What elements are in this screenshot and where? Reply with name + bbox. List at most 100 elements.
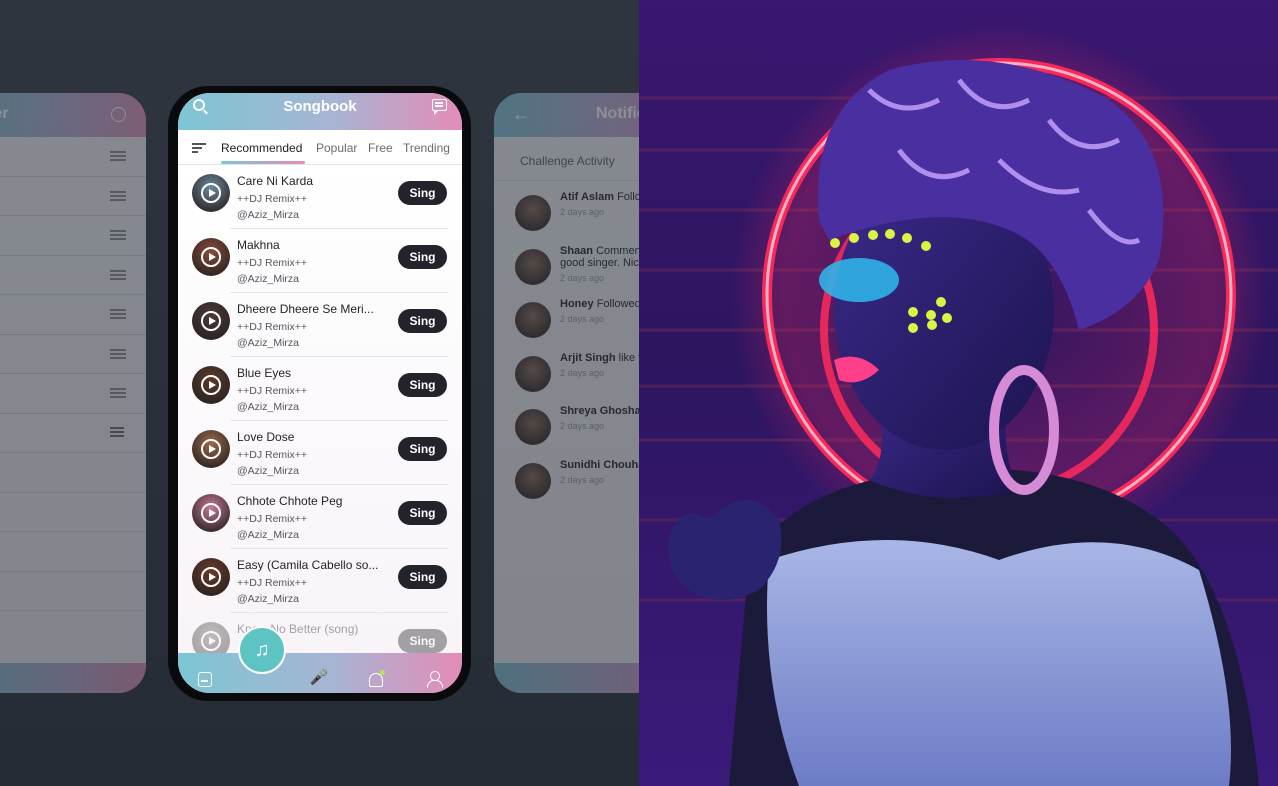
filter-row bbox=[0, 453, 146, 493]
song-row[interactable]: Blue Eyes ++DJ Remix++ @Aziz_Mirza Sing bbox=[178, 357, 462, 421]
filter-row bbox=[0, 335, 146, 374]
song-row[interactable]: Easy (Camila Cabello so... ++DJ Remix++ @A… bbox=[178, 549, 462, 613]
notification-time: 2 days ago bbox=[560, 272, 605, 283]
song-subtitle: ++DJ Remix++ bbox=[237, 257, 308, 269]
notification-item: Shreya Ghoshal 2 days ago bbox=[494, 395, 639, 449]
notification-time: 2 days ago bbox=[560, 421, 605, 431]
sing-button[interactable]: Sing bbox=[398, 629, 447, 653]
tab-popular[interactable]: Popular bbox=[316, 141, 357, 155]
sing-button[interactable]: Sing bbox=[398, 565, 447, 589]
active-tab-indicator bbox=[221, 161, 305, 164]
avatar bbox=[515, 355, 551, 392]
sing-button[interactable]: Sing bbox=[398, 437, 447, 461]
tab-free[interactable]: Free bbox=[368, 141, 393, 155]
notification-text: Arjit Singh like y bbox=[560, 351, 639, 364]
play-icon[interactable] bbox=[201, 375, 221, 395]
drag-handle-icon bbox=[110, 269, 126, 280]
filter-row bbox=[0, 137, 146, 177]
notification-item: Honey Followed 2 days ago bbox=[494, 288, 639, 342]
app-bar: Songbook bbox=[178, 93, 462, 130]
filter-row bbox=[0, 414, 146, 453]
drag-handle-icon bbox=[110, 348, 126, 359]
notification-time: 2 days ago bbox=[560, 474, 605, 485]
app-showcase-panel: ter ← Notific Challenge Activity Atif As… bbox=[0, 0, 639, 786]
notification-text-line2: good singer. Nic bbox=[560, 256, 639, 269]
song-title: Makhna bbox=[237, 238, 280, 252]
play-icon[interactable] bbox=[201, 439, 221, 459]
song-row[interactable]: Love Dose ++DJ Remix++ @Aziz_Mirza Sing bbox=[178, 421, 462, 485]
profile-icon[interactable] bbox=[427, 671, 443, 688]
avatar bbox=[515, 462, 551, 499]
drag-handle-icon bbox=[110, 190, 126, 201]
song-row[interactable]: Care Ni Karda ++DJ Remix++ @Aziz_Mirza Sing bbox=[178, 165, 462, 229]
filter-row bbox=[0, 532, 146, 572]
filter-row bbox=[0, 216, 146, 256]
play-icon[interactable] bbox=[201, 567, 221, 587]
song-title: Dheere Dheere Se Meri... bbox=[237, 302, 374, 316]
microphone-icon[interactable]: 🎤 bbox=[309, 668, 329, 688]
notification-list: Atif Aslam Follo 2 days ago Shaan Commen go… bbox=[494, 181, 639, 502]
notification-text: Sunidhi Chouha bbox=[560, 458, 639, 471]
drag-handle-icon bbox=[110, 388, 126, 398]
play-icon[interactable] bbox=[201, 503, 221, 523]
song-title: Love Dose bbox=[237, 430, 295, 444]
filter-screen-preview: ter bbox=[0, 93, 146, 693]
check-icon bbox=[111, 107, 126, 122]
avatar bbox=[515, 302, 551, 338]
sing-button[interactable]: Sing bbox=[398, 373, 447, 397]
sing-button[interactable]: Sing bbox=[398, 181, 447, 205]
song-row[interactable]: Know No Better (song) Sing bbox=[178, 613, 462, 655]
play-icon[interactable] bbox=[201, 183, 221, 203]
filter-row bbox=[0, 572, 146, 611]
filter-row bbox=[0, 493, 146, 532]
chat-icon[interactable] bbox=[432, 99, 447, 115]
filter-icon[interactable] bbox=[192, 143, 206, 153]
filter-screen-title: ter bbox=[0, 105, 9, 122]
filter-row bbox=[0, 256, 146, 295]
phone-frame: Songbook Recommended Popular Free Trendi… bbox=[168, 86, 471, 701]
filter-screen-header: ter bbox=[0, 93, 146, 137]
back-arrow-icon: ← bbox=[512, 104, 530, 124]
notification-time: 2 days ago bbox=[560, 367, 605, 378]
notification-text: Honey Followed bbox=[560, 298, 639, 310]
song-subtitle: ++DJ Remix++ bbox=[237, 321, 308, 333]
sing-button[interactable]: Sing bbox=[398, 501, 447, 525]
notifications-screen-preview: ← Notific Challenge Activity Atif Aslam … bbox=[494, 93, 639, 693]
bell-icon[interactable] bbox=[369, 670, 385, 687]
song-uploader: @Aziz_Mirza bbox=[237, 401, 300, 413]
notification-time: 2 days ago bbox=[560, 314, 605, 324]
music-note-button[interactable]: ♫ bbox=[238, 626, 286, 674]
song-row[interactable]: Makhna ++DJ Remix++ @Aziz_Mirza Sing bbox=[178, 229, 462, 293]
song-uploader: @Aziz_Mirza bbox=[237, 273, 300, 285]
songbook-nav-icon[interactable] bbox=[198, 672, 212, 687]
drag-handle-icon bbox=[110, 151, 126, 161]
play-icon[interactable] bbox=[201, 311, 221, 331]
song-uploader: @Aziz_Mirza bbox=[237, 209, 300, 221]
play-icon[interactable] bbox=[201, 247, 221, 267]
sing-button[interactable]: Sing bbox=[398, 245, 447, 269]
song-uploader: @Aziz_Mirza bbox=[237, 337, 300, 349]
song-row[interactable]: Chhote Chhote Peg ++DJ Remix++ @Aziz_Mirza… bbox=[178, 485, 462, 549]
song-title: Care Ni Karda bbox=[237, 174, 314, 188]
filter-screen-footer bbox=[0, 663, 146, 693]
notification-time: 2 days ago bbox=[560, 207, 605, 217]
category-tabs: Recommended Popular Free Trending bbox=[178, 130, 462, 165]
song-uploader: @Aziz_Mirza bbox=[237, 465, 300, 477]
notifications-title: Notific bbox=[596, 105, 639, 122]
filter-row bbox=[0, 374, 146, 414]
notification-item: Shaan Commen good singer. Nic 2 days ago bbox=[494, 235, 639, 289]
tab-trending[interactable]: Trending bbox=[403, 141, 450, 155]
notification-item: Sunidhi Chouha 2 days ago bbox=[494, 449, 639, 503]
play-icon[interactable] bbox=[201, 631, 221, 651]
songbook-screen: Songbook Recommended Popular Free Trendi… bbox=[178, 93, 462, 693]
filter-row bbox=[0, 177, 146, 216]
avatar bbox=[515, 409, 551, 445]
filter-row bbox=[0, 295, 146, 335]
notification-item: Atif Aslam Follo 2 days ago bbox=[494, 181, 639, 235]
tab-recommended[interactable]: Recommended bbox=[221, 141, 302, 155]
song-uploader: @Aziz_Mirza bbox=[237, 593, 300, 605]
notification-text: Shaan Commen bbox=[560, 244, 639, 257]
sing-button[interactable]: Sing bbox=[398, 309, 447, 333]
song-title: Chhote Chhote Peg bbox=[237, 494, 343, 508]
song-row[interactable]: Dheere Dheere Se Meri... ++DJ Remix++ @Azi… bbox=[178, 293, 462, 357]
